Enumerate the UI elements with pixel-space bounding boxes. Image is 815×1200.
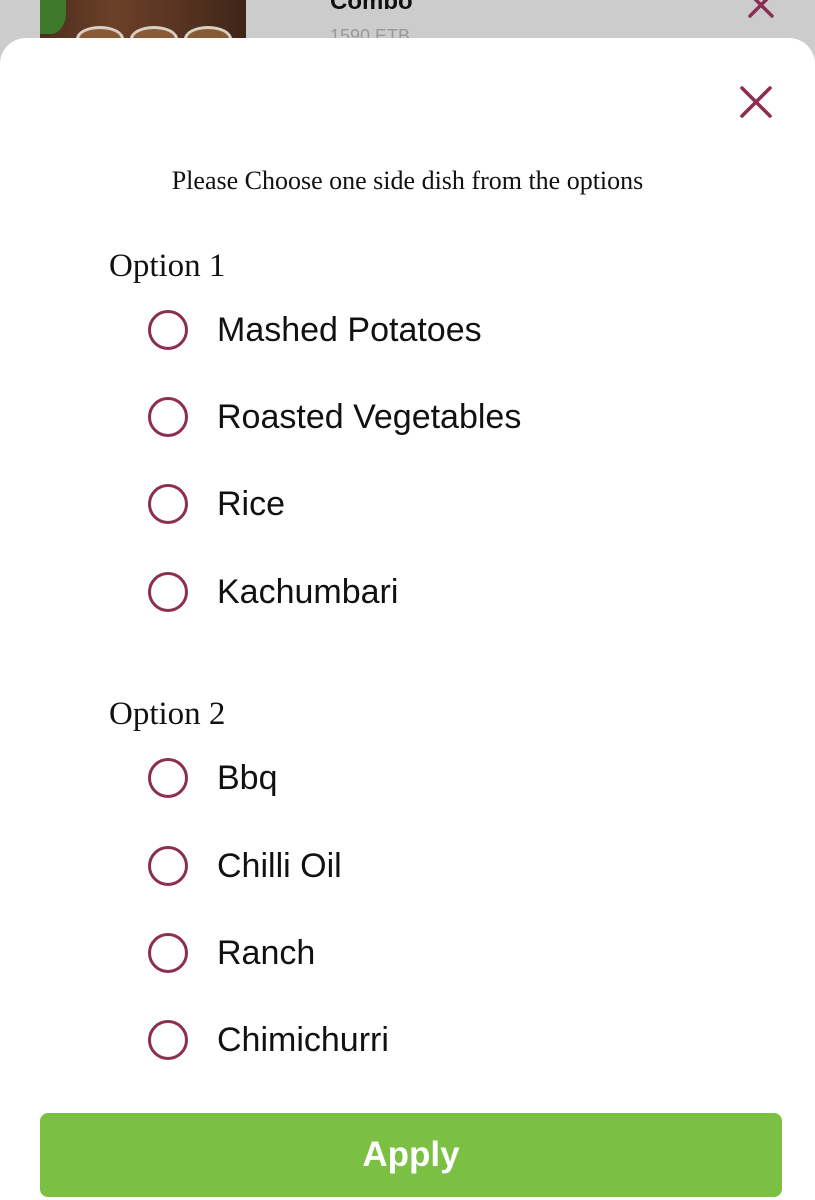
radio-option[interactable]: Chilli Oil (148, 841, 342, 891)
option-label: Rice (217, 484, 286, 523)
group-title: Option 2 (109, 696, 226, 732)
radio-option[interactable]: Ranch (148, 928, 315, 978)
radio-button[interactable] (148, 846, 188, 886)
option-label: Roasted Vegetables (217, 397, 522, 436)
leaf-decoration (40, 0, 66, 34)
radio-button[interactable] (148, 933, 188, 973)
group-title: Option 1 (109, 248, 226, 284)
close-icon[interactable] (736, 82, 776, 122)
radio-option[interactable]: Bbq (148, 753, 278, 803)
option-label: Chimichurri (217, 1020, 389, 1059)
radio-button[interactable] (148, 484, 188, 524)
radio-option[interactable]: Rice (148, 479, 285, 529)
radio-button[interactable] (148, 572, 188, 612)
option-label: Bbq (217, 758, 278, 797)
radio-option[interactable]: Chimichurri (148, 1015, 389, 1065)
modal-instruction: Please Choose one side dish from the opt… (171, 166, 644, 195)
radio-button[interactable] (148, 310, 188, 350)
radio-button[interactable] (148, 758, 188, 798)
close-icon[interactable] (746, 0, 776, 20)
option-label: Ranch (217, 933, 316, 972)
option-label: Kachumbari (217, 572, 399, 611)
item-title: Combo (330, 0, 413, 15)
radio-option[interactable]: Kachumbari (148, 567, 398, 617)
option-label: Chilli Oil (217, 846, 342, 885)
apply-button[interactable]: Apply (40, 1113, 782, 1197)
side-dish-modal: Please Choose one side dish from the opt… (0, 38, 815, 1200)
radio-option[interactable]: Roasted Vegetables (148, 392, 521, 442)
radio-button[interactable] (148, 397, 188, 437)
option-label: Mashed Potatoes (217, 310, 482, 349)
radio-option[interactable]: Mashed Potatoes (148, 305, 482, 355)
radio-button[interactable] (148, 1020, 188, 1060)
